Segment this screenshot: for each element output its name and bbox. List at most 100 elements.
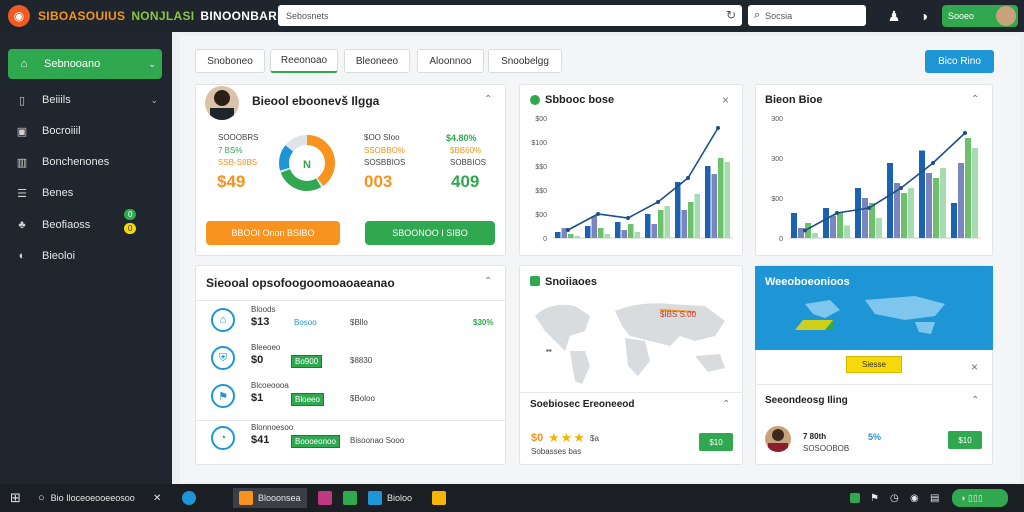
tab-4[interactable]: Aloonnoo [417,49,484,73]
sidebar-item-label: Bonchenones [42,156,110,168]
tray-icon-1[interactable] [850,490,865,506]
collapse-icon[interactable]: ⌃ [484,276,492,287]
banner-footer-title: Seeondeosg Iling [765,395,848,406]
play-icon[interactable]: ◑ [914,6,934,26]
row-label: Bleeoeo [251,343,281,352]
mid-stat-line-3: SOSBBIOS [364,158,406,167]
user-menu-button[interactable]: Sooeo [942,5,1018,27]
primary-action-button[interactable]: Bico Rino [925,50,994,73]
world-map [535,303,725,384]
row-amount: $Bllo [350,318,368,327]
mid-stat-line-1: $OO SIoo [364,133,400,142]
chart-bar [926,173,932,238]
media-icon[interactable] [318,490,337,506]
folder-icon: ▣ [16,125,28,138]
chart-bar [830,215,836,238]
tray-network-icon[interactable]: ◉ [910,490,919,506]
table-row[interactable]: ⌂ Bloods $13 Bosoo $Bllo $30% [195,305,506,338]
tray-chat-icon[interactable]: ▤ [930,490,939,506]
tray-status-button[interactable]: ◑ ▯▯▯ [952,489,1008,507]
tray-clock-icon[interactable]: ◷ [890,490,899,506]
orange-action-button[interactable]: BBOOI Onon BSIBO [206,221,340,245]
banner-card-button[interactable]: $10 [948,431,982,449]
map-pin-icon: ▪▪ [546,346,552,355]
sidebar-item-6[interactable]: ◐ Bieoloi [14,246,164,266]
sidebar-item-2[interactable]: ▣ Bocroiiil [14,121,164,141]
row-icon: ⛨ [211,346,235,370]
app-logo-icon[interactable]: ◉ [8,5,30,27]
table-row[interactable]: ⛨ Bleeoeo $0 Bo900 $8830 [195,343,506,376]
row-value: $13 [251,316,270,328]
search-input[interactable]: ⌕ Socsia [748,5,866,26]
chart-bar [958,163,964,238]
close-icon[interactable]: × [722,93,729,107]
taskbar-app-2[interactable]: Bioloo [368,490,412,506]
map-footer-title: Soebiosec Ereoneeod [530,399,635,410]
sidebar-item-label: Bocroiiil [42,125,81,137]
taskbar: ⊞ ○ Bio Iloceoeooeeosoo ✕ Blooonsea Biol… [0,484,1024,512]
row-tag: Bo900 [291,355,323,368]
drive-icon[interactable] [432,490,451,506]
collapse-icon[interactable]: ⌃ [971,395,979,406]
mid-stat-line-2: SSOBBO% [364,146,405,155]
y-tick-label: $$0 [535,164,547,171]
taskbar-search[interactable]: ○ Bio Iloceoeooeeosoo [38,490,135,506]
sidebar-item-1[interactable]: ▯ Beiiils ⌄ [14,90,164,110]
notification-icon[interactable]: ♟ [884,6,904,26]
table-row[interactable]: ◔ Blonnoesoo $41 Boooeonoo Bisoonao Sooo [195,423,506,456]
mid-stat-value: 003 [364,172,393,191]
sidebar-active-label: Sebnooano [44,58,101,70]
sidebar-item-4[interactable]: ☰ Benes [14,183,164,203]
browser-icon[interactable] [182,490,201,506]
tab-5[interactable]: Snoobelgg [488,49,562,73]
chart2-title: Bieon Bioe [765,94,823,106]
store-icon[interactable] [343,490,362,506]
row-value: $0 [251,354,264,366]
banner-world-illustration [795,296,945,334]
trend-point [656,200,660,204]
collapse-icon[interactable]: ⌃ [971,94,979,105]
user-button-label: Sooeo [948,11,975,21]
sidebar-item-active[interactable]: ⌂ Sebnooano ⌄ [8,49,162,79]
sidebar-item-5[interactable]: ♣ Beofiaoss 0 0 [14,209,164,235]
close-icon[interactable]: ✕ [153,490,161,506]
table-row[interactable]: ⚑ Blcoeoooa $1 Bloeeo $Boloo [195,381,506,414]
row-value: $41 [251,434,270,446]
sidebar-item-label: Beofiaoss [42,219,91,231]
trend-point [899,186,903,190]
list-card-title: Sieooal opsofoogoomoaoaeanao [206,276,395,290]
donut-chart: N [279,135,335,191]
chart-bar [855,188,861,238]
map-card-button[interactable]: $10 [699,433,733,451]
banner-yellow-button[interactable]: Siesse [846,356,902,373]
chart-bar [887,163,893,238]
list-icon: ☰ [17,187,27,200]
sidebar-item-3[interactable]: ▥ Bonchenones [14,152,164,172]
tray-flag-icon[interactable]: ⚑ [870,490,879,506]
url-input[interactable]: Sebosnets ↻ [278,5,742,26]
chart-bar [940,168,946,238]
collapse-icon[interactable]: ⌃ [722,399,730,410]
collapse-icon[interactable]: ⌃ [484,94,492,105]
right-stat-line-2: $BB60% [450,146,482,155]
map-icon [530,276,540,286]
reload-icon[interactable]: ↻ [726,8,736,22]
row-value: $1 [251,392,264,404]
trend-point [626,216,630,220]
tab-2[interactable]: Reeonoao [270,49,338,73]
taskbar-app-1[interactable]: Blooonsea [233,488,307,508]
taskbar-app-1-label: Blooonsea [258,493,301,503]
chart-bar [901,193,907,238]
left-stat-value: $49 [217,172,246,191]
tab-3[interactable]: Bleoneeo [344,49,410,73]
chart-bar [675,182,681,238]
chart-bar [823,208,829,238]
green-action-button[interactable]: SBOONOO I SIBO [365,221,495,245]
chart-bar [634,232,640,238]
bar-line-chart-2: 0 $00 300 300 [771,116,981,243]
tab-1[interactable]: Snoboneo [195,49,265,73]
windows-start-icon[interactable]: ⊞ [10,490,21,506]
close-icon[interactable]: × [971,360,978,374]
person-line-2: SOSOOBOB [803,444,850,453]
chart-bar [718,158,724,238]
